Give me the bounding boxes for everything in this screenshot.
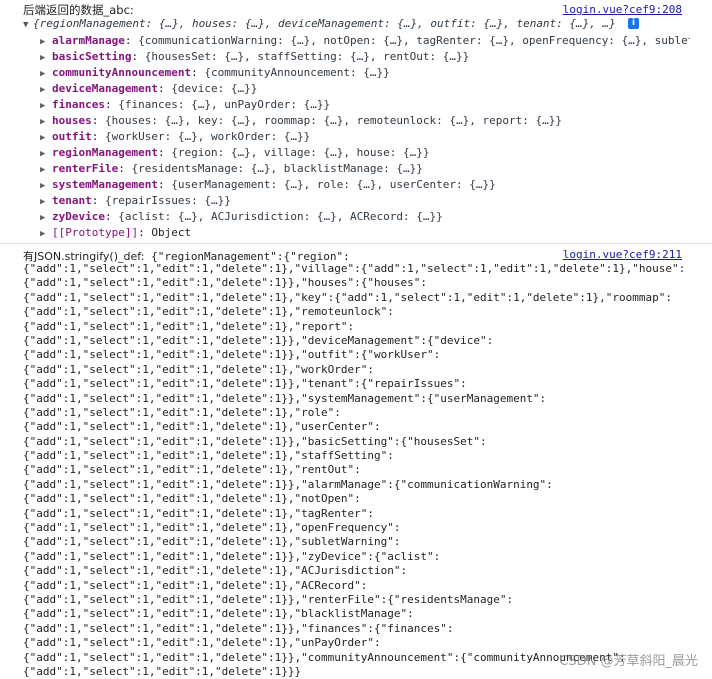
json-text-line: {"add":1,"select":1,"edit":1,"delete":1}… [23, 333, 494, 347]
prototype-value: Object [151, 226, 192, 239]
property-value: {aclist: {…}, ACJurisdiction: {…}, ACRec… [118, 210, 443, 223]
prototype-key: [[Prototype]] [52, 226, 139, 239]
property-key: deviceManagement [52, 82, 158, 95]
caret-right-icon[interactable]: ▶ [40, 194, 52, 209]
property-value: {workUser: {…}, workOrder: {…}} [105, 130, 311, 143]
property-key: houses [52, 114, 92, 127]
json-text-line: {"add":1,"select":1,"edit":1,"delete":1}… [23, 549, 441, 563]
object-summary[interactable]: ▼ {regionManagement: {…}, houses: {…}, de… [23, 17, 693, 31]
caret-right-icon[interactable]: ▶ [40, 82, 52, 97]
json-text-line: {"add":1,"select":1,"edit":1,"delete":1}… [23, 434, 487, 448]
object-property-row[interactable]: ▶ alarmManage: {communicationWarning: {…}… [40, 33, 690, 49]
json-text-line: {"add":1,"select":1,"edit":1,"delete":1}… [23, 290, 673, 304]
caret-down-icon[interactable]: ▼ [23, 20, 33, 30]
source-link[interactable]: login.vue?cef9:211 [563, 248, 682, 261]
object-property-row[interactable]: ▶ communityAnnouncement: {communityAnnoun… [40, 65, 690, 81]
source-link[interactable]: login.vue?cef9:208 [563, 3, 682, 16]
property-value: {region: {…}, village: {…}, house: {…}} [171, 146, 430, 159]
object-property-row[interactable]: ▶ outfit: {workUser: {…}, workOrder: {…}} [40, 129, 690, 145]
property-key: regionManagement [52, 146, 158, 159]
caret-right-icon[interactable]: ▶ [40, 162, 52, 177]
property-key: renterFile [52, 162, 119, 175]
json-text-line: {"add":1,"select":1,"edit":1,"delete":1}… [23, 578, 368, 592]
json-text-line: {"add":1,"select":1,"edit":1,"delete":1}… [23, 535, 401, 549]
json-text-line: {"add":1,"select":1,"edit":1,"delete":1}… [23, 405, 341, 419]
property-key: communityAnnouncement [52, 66, 192, 79]
json-text-line: {"add":1,"select":1,"edit":1,"delete":1}… [23, 391, 547, 405]
object-property-row[interactable]: ▶ finances: {finances: {…}, unPayOrder: {… [40, 97, 690, 113]
property-value: {finances: {…}, unPayOrder: {…}} [118, 98, 331, 111]
caret-right-icon[interactable]: ▶ [40, 50, 52, 65]
object-property-row[interactable]: ▶ zyDevice: {aclist: {…}, ACJurisdiction:… [40, 209, 690, 225]
object-property-row[interactable]: ▶ deviceManagement: {device: {…}} [40, 81, 690, 97]
caret-right-icon[interactable]: ▶ [40, 66, 52, 81]
caret-right-icon[interactable]: ▶ [40, 146, 52, 161]
json-text-line: {"add":1,"select":1,"edit":1,"delete":1}… [23, 477, 553, 491]
property-key: zyDevice [52, 210, 105, 223]
prototype-row[interactable]: ▶ [[Prototype]]: Object [40, 225, 690, 241]
property-key: alarmManage [52, 34, 125, 47]
info-icon[interactable]: i [628, 18, 639, 29]
json-text-line: {"add":1,"select":1,"edit":1,"delete":1}… [23, 607, 414, 621]
property-value: {housesSet: {…}, staffSetting: {…}, rent… [144, 50, 470, 63]
json-text-line: {"add":1,"select":1,"edit":1,"delete":1}… [23, 636, 381, 650]
caret-right-icon[interactable]: ▶ [40, 178, 52, 193]
json-output: {"add":1,"select":1,"edit":1,"delete":1}… [23, 262, 693, 679]
property-value: {repairIssues: {…}} [105, 194, 231, 207]
property-value: {userManagement: {…}, role: {…}, userCen… [171, 178, 496, 191]
object-property-row[interactable]: ▶ renterFile: {residentsManage: {…}, blac… [40, 161, 690, 177]
property-key: systemManagement [52, 178, 158, 191]
json-text-line: {"add":1,"select":1,"edit":1,"delete":1}… [23, 592, 514, 606]
json-text-line: {"add":1,"select":1,"edit":1,"delete":1}… [23, 420, 381, 434]
json-text-line: {"add":1,"select":1,"edit":1,"delete":1}… [23, 506, 374, 520]
json-text-line: {"add":1,"select":1,"edit":1,"delete":1}… [23, 449, 394, 463]
property-key: basicSetting [52, 50, 132, 63]
json-text-line: {"add":1,"select":1,"edit":1,"delete":1}… [23, 262, 686, 275]
object-property-row[interactable]: ▶ tenant: {repairIssues: {…}} [40, 193, 690, 209]
json-text-line: {"add":1,"select":1,"edit":1,"delete":1}… [23, 305, 394, 319]
json-text-line: {"add":1,"select":1,"edit":1,"delete":1}… [23, 564, 408, 578]
json-text-line: {"add":1,"select":1,"edit":1,"delete":1}… [23, 319, 355, 333]
object-property-row[interactable]: ▶ regionManagement: {region: {…}, village… [40, 145, 690, 161]
property-value: {residentsManage: {…}, blacklistManage: … [131, 162, 423, 175]
caret-right-icon[interactable]: ▶ [40, 210, 52, 225]
property-value: {device: {…}} [171, 82, 258, 95]
json-text-line: {"add":1,"select":1,"edit":1,"delete":1}… [23, 276, 427, 290]
watermark: CSDN @芳草斜阳_晨光 [559, 654, 698, 669]
console-log-entry-object: 后端返回的数据_abc: login.vue?cef9:208 ▼ {region… [0, 0, 712, 244]
caret-right-icon[interactable]: ▶ [40, 130, 52, 145]
log-label: 后端返回的数据_abc: [23, 3, 134, 17]
json-text-line: {"add":1,"select":1,"edit":1,"delete":1}… [23, 348, 441, 362]
caret-right-icon[interactable]: ▶ [40, 34, 52, 49]
property-key: finances [52, 98, 105, 111]
json-text-line: {"add":1,"select":1,"edit":1,"delete":1}… [23, 362, 374, 376]
json-text-line: {"add":1,"select":1,"edit":1,"delete":1}… [23, 377, 467, 391]
property-value: {communicationWarning: {…}, notOpen: {…}… [138, 34, 690, 47]
json-text-line: {"add":1,"select":1,"edit":1,"delete":1}… [23, 492, 361, 506]
property-key: outfit [52, 130, 92, 143]
object-property-row[interactable]: ▶ houses: {houses: {…}, key: {…}, roommap… [40, 113, 690, 129]
object-summary-text: {regionManagement: {…}, houses: {…}, dev… [33, 17, 616, 30]
object-property-row[interactable]: ▶ basicSetting: {housesSet: {…}, staffSet… [40, 49, 690, 65]
object-property-row[interactable]: ▶ systemManagement: {userManagement: {…},… [40, 177, 690, 193]
json-text-line: {"add":1,"select":1,"edit":1,"delete":1}… [23, 621, 454, 635]
caret-right-icon[interactable]: ▶ [40, 226, 52, 241]
property-key: tenant [52, 194, 92, 207]
console-log-entry-string: 有JSON.stringify()_def: {"regionManagemen… [0, 244, 712, 679]
caret-right-icon[interactable]: ▶ [40, 98, 52, 113]
property-value: {houses: {…}, key: {…}, roommap: {…}, re… [105, 114, 562, 127]
property-value: {communityAnnouncement: {…}} [204, 66, 390, 79]
caret-right-icon[interactable]: ▶ [40, 114, 52, 129]
json-text-line: {"add":1,"select":1,"edit":1,"delete":1}… [23, 463, 361, 477]
property-list: ▶ alarmManage: {communicationWarning: {…}… [40, 33, 690, 241]
json-text-line: {"add":1,"select":1,"edit":1,"delete":1}… [23, 521, 401, 535]
